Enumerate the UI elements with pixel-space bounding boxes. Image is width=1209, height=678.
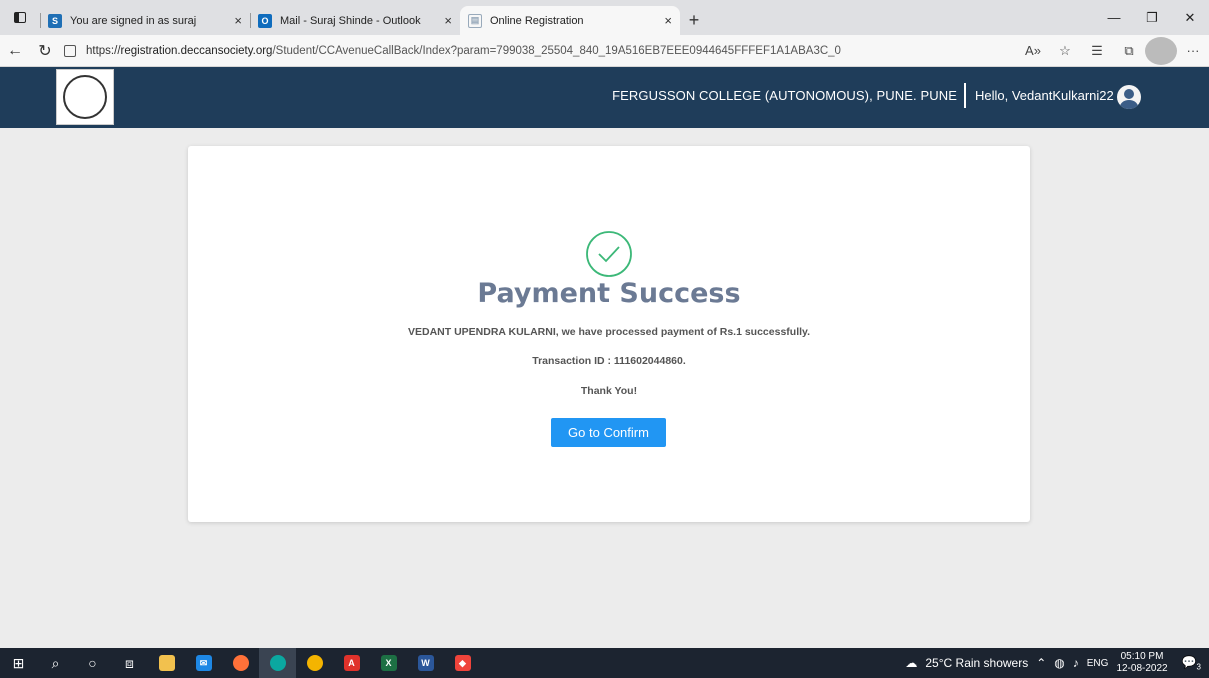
url-host: registration.deccansociety.org <box>120 44 273 57</box>
go-to-confirm-button[interactable]: Go to Confirm <box>551 418 666 447</box>
tab-outlook-mail[interactable]: O Mail - Suraj Shinde - Outlook × <box>250 6 460 35</box>
collections-icon[interactable]: ⧉ <box>1113 37 1145 65</box>
anydesk-icon[interactable]: ◆ <box>444 648 481 678</box>
close-window-icon[interactable]: ✕ <box>1171 0 1209 35</box>
document-favicon-icon: ▤ <box>468 13 482 28</box>
file-explorer-icon[interactable] <box>148 648 185 678</box>
read-aloud-icon[interactable]: A» <box>1017 37 1049 65</box>
tab-separator <box>250 13 251 28</box>
site-header: FERGUSSON COLLEGE (AUTONOMOUS), PUNE. PU… <box>0 67 1209 128</box>
tab-title: Mail - Suraj Shinde - Outlook <box>280 14 421 27</box>
search-icon[interactable]: ⌕ <box>37 648 74 678</box>
edge-icon[interactable] <box>259 648 296 678</box>
task-view-icon[interactable]: ⧈ <box>111 648 148 678</box>
user-avatar-icon[interactable] <box>1117 85 1141 109</box>
tab-signed-in[interactable]: S You are signed in as suraj × <box>40 6 250 35</box>
payment-card: Payment Success VEDANT UPENDRA KULARNI, … <box>188 146 1030 522</box>
sharepoint-favicon-icon: S <box>48 13 62 28</box>
lock-icon <box>64 44 76 57</box>
profile-icon[interactable] <box>1145 36 1177 65</box>
refresh-icon[interactable]: ↻ <box>30 37 60 65</box>
back-arrow-icon[interactable]: ← <box>0 37 30 65</box>
mail-app-icon[interactable]: ✉ <box>185 648 222 678</box>
clock-time: 05:10 PM <box>1120 651 1164 662</box>
close-tab-icon[interactable]: × <box>234 13 242 28</box>
url-field[interactable]: https://registration.deccansociety.org/S… <box>60 38 1017 64</box>
tab-title: Online Registration <box>490 14 584 27</box>
address-bar-row: ← ↻ https://registration.deccansociety.o… <box>0 35 1209 67</box>
transaction-id: Transaction ID : 111602044860. <box>532 355 686 367</box>
college-name: FERGUSSON COLLEGE (AUTONOMOUS), PUNE. PU… <box>612 88 957 103</box>
tab-online-registration[interactable]: ▤ Online Registration × <box>460 6 680 35</box>
college-logo[interactable] <box>56 69 114 125</box>
system-tray: ☁ 25°C Rain showers ⌃ ◍ ♪ ENG 05:10 PM 1… <box>905 648 1209 678</box>
minimize-icon[interactable]: — <box>1095 0 1133 35</box>
weather-text[interactable]: 25°C Rain showers <box>925 656 1028 670</box>
new-tab-button[interactable]: + <box>680 6 708 35</box>
notification-count: 3 <box>1196 662 1201 672</box>
acrobat-icon[interactable]: A <box>333 648 370 678</box>
thank-you-text: Thank You! <box>580 385 638 397</box>
favorites-icon[interactable]: ☰ <box>1081 37 1113 65</box>
word-icon[interactable]: W <box>407 648 444 678</box>
tab-title: You are signed in as suraj <box>70 14 197 27</box>
tab-actions-icon[interactable] <box>0 0 40 35</box>
tab-separator <box>40 13 41 28</box>
header-divider <box>964 83 966 108</box>
success-check-icon <box>586 231 632 277</box>
url-path: /Student/CCAvenueCallBack/Index?param=79… <box>272 44 841 57</box>
restore-icon[interactable]: ❐ <box>1133 0 1171 35</box>
language-indicator[interactable]: ENG <box>1087 658 1109 669</box>
weather-icon[interactable]: ☁ <box>905 656 917 670</box>
clock[interactable]: 05:10 PM 12-08-2022 <box>1116 651 1167 675</box>
windows-start-icon[interactable]: ⊞ <box>0 648 37 678</box>
outlook-favicon-icon: O <box>258 13 272 28</box>
excel-icon[interactable]: X <box>370 648 407 678</box>
payment-message: VEDANT UPENDRA KULARNI, we have processe… <box>407 326 811 338</box>
chevron-up-icon[interactable]: ⌃ <box>1036 656 1046 670</box>
windows-taskbar: ⊞ ⌕ ○ ⧈ ✉ A X W ◆ ☁ 25°C Rain showers ⌃ … <box>0 648 1209 678</box>
logo-emblem <box>63 75 107 119</box>
url-prefix: https:// <box>86 44 121 57</box>
user-greeting[interactable]: Hello, VedantKulkarni22 <box>975 88 1114 103</box>
volume-icon[interactable]: ♪ <box>1073 656 1079 670</box>
close-tab-icon[interactable]: × <box>444 13 452 28</box>
chrome-icon[interactable] <box>296 648 333 678</box>
main-content: Payment Success VEDANT UPENDRA KULARNI, … <box>0 128 1209 648</box>
notification-icon[interactable]: 💬3 <box>1182 655 1201 671</box>
firefox-icon[interactable] <box>222 648 259 678</box>
window-controls: — ❐ ✕ <box>1095 0 1209 35</box>
payment-title: Payment Success <box>477 278 741 309</box>
address-bar-icons: A» ☆ ☰ ⧉ ··· <box>1017 36 1209 65</box>
close-tab-icon[interactable]: × <box>664 13 672 28</box>
cortana-icon[interactable]: ○ <box>74 648 111 678</box>
more-menu-icon[interactable]: ··· <box>1177 37 1209 65</box>
clock-date: 12-08-2022 <box>1116 663 1168 674</box>
browser-tab-strip: S You are signed in as suraj × O Mail - … <box>0 0 1209 35</box>
add-favorite-icon[interactable]: ☆ <box>1049 37 1081 65</box>
network-icon[interactable]: ◍ <box>1054 656 1064 670</box>
